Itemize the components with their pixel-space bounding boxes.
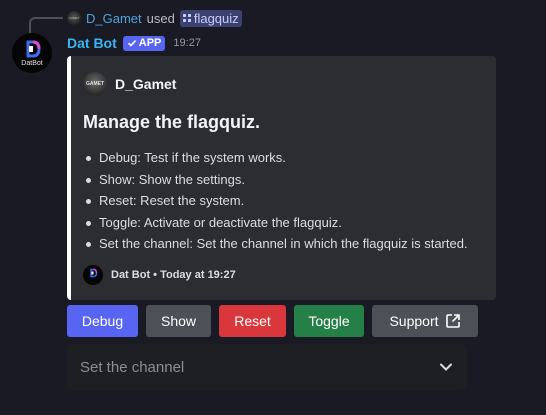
message-header: Dat Bot APP 19:27	[67, 34, 201, 52]
check-icon	[127, 39, 136, 47]
footer-name: Dat Bot	[111, 269, 151, 281]
footer-separator: •	[153, 269, 158, 281]
embed-description-list: Debug: Test if the system works. Show: S…	[83, 147, 468, 255]
embed-color-bar	[67, 56, 71, 300]
author-icon-text: GAMET	[85, 81, 105, 87]
bot-avatar[interactable]: DatBot	[12, 33, 52, 73]
message-timestamp[interactable]: 19:27	[173, 37, 201, 49]
footer-time: Today at 19:27	[160, 269, 236, 281]
app-badge: APP	[122, 35, 166, 51]
embed-author: GAMET D_Gamet	[83, 72, 176, 96]
reset-button[interactable]: Reset	[219, 305, 286, 337]
embed: GAMET D_Gamet Manage the flagquiz. Debug…	[67, 56, 496, 300]
avatar-label: DatBot	[21, 60, 43, 67]
bot-username[interactable]: Dat Bot	[67, 35, 117, 51]
external-link-icon	[445, 314, 460, 328]
footer-icon	[83, 265, 103, 285]
datbot-logo-icon	[26, 40, 41, 58]
list-item: Show: Show the settings.	[83, 169, 468, 191]
app-badge-label: APP	[138, 37, 162, 49]
embed-title: Manage the flagquiz.	[83, 112, 261, 132]
support-label: Support	[389, 313, 439, 329]
action-row: Debug Show Reset Toggle Support	[67, 305, 478, 337]
list-item: Debug: Test if the system works.	[83, 147, 468, 169]
chevron-down-icon[interactable]	[438, 359, 454, 375]
slash-command-icon	[182, 14, 191, 22]
debug-button[interactable]: Debug	[67, 305, 138, 337]
embed-author-icon: GAMET	[83, 72, 107, 96]
reply-connector	[29, 17, 63, 33]
embed-author-name: D_Gamet	[115, 76, 177, 92]
channel-select-placeholder: Set the channel	[80, 358, 185, 376]
embed-footer: Dat Bot • Today at 19:27	[83, 265, 236, 285]
slash-command-name: flagquiz	[193, 10, 239, 26]
reply-username[interactable]: D_Gamet	[86, 11, 142, 26]
list-item: Set the channel: Set the channel in whic…	[83, 233, 468, 255]
slash-command-mention[interactable]: flagquiz	[179, 9, 242, 27]
datbot-logo-icon	[90, 268, 98, 278]
list-item: Toggle: Activate or deactivate the flagq…	[83, 212, 468, 234]
channel-select[interactable]: Set the channel	[67, 344, 467, 390]
reply-avatar-text: GAMET	[68, 16, 80, 20]
show-button[interactable]: Show	[146, 305, 211, 337]
list-item: Reset: Reset the system.	[83, 190, 468, 212]
reply-avatar[interactable]: GAMET	[67, 11, 81, 25]
support-link-button[interactable]: Support	[372, 305, 478, 337]
toggle-button[interactable]: Toggle	[294, 305, 364, 337]
reply-used-text: used	[146, 10, 175, 26]
reply-reference[interactable]: GAMET D_Gamet used flagquiz	[67, 9, 242, 27]
